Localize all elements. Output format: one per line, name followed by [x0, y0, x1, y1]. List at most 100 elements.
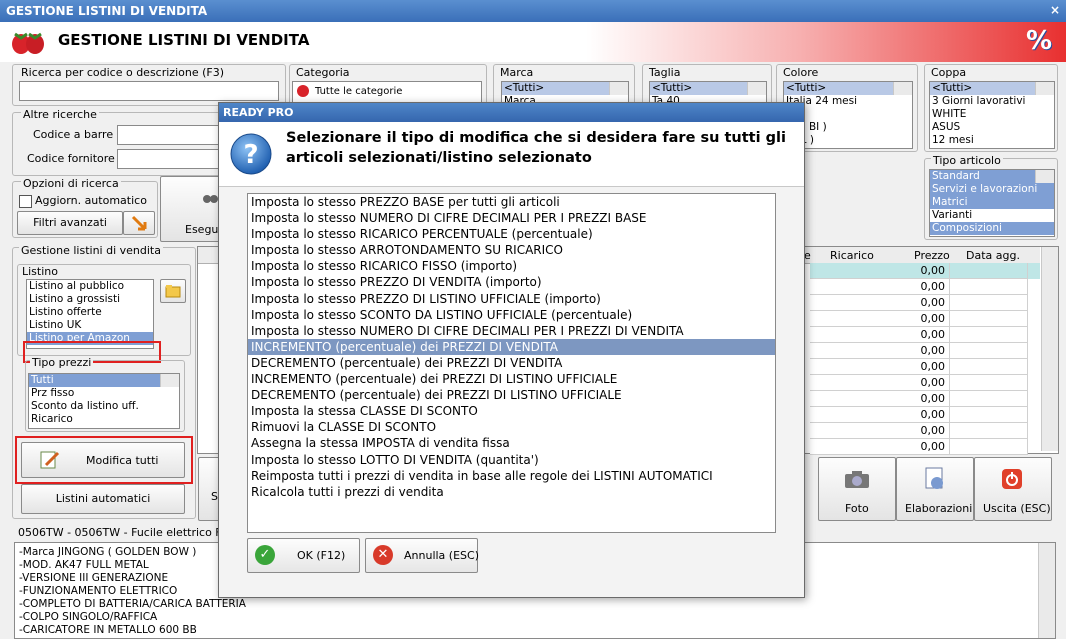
option-item[interactable]: Imposta lo stesso PREZZO DI LISTINO UFFI… [248, 291, 775, 307]
price-cell[interactable]: 0,00 [810, 407, 950, 423]
category-select[interactable]: Tutte le categorie [292, 81, 482, 103]
ok-button-label: OK (F12) [297, 549, 346, 562]
price-cell[interactable]: 0,00 [810, 391, 950, 407]
list-item[interactable]: WHITE [930, 108, 1054, 121]
list-item[interactable]: Composizioni [930, 222, 1054, 235]
scrollbar[interactable] [609, 82, 628, 95]
price-cell[interactable]: 0,00 [810, 439, 950, 455]
photo-label: Foto [845, 502, 869, 515]
option-item-selected[interactable]: INCREMENTO (percentuale) dei PREZZI DI V… [248, 338, 775, 355]
listino-list[interactable]: Listino al pubblico Listino a grossisti … [26, 279, 154, 349]
description-scrollbar[interactable] [1038, 543, 1055, 638]
scrollbar[interactable] [1035, 170, 1054, 183]
header-banner: GESTIONE LISTINI DI VENDITA % [0, 22, 1066, 62]
search-options-title: Opzioni di ricerca [21, 177, 121, 190]
option-item[interactable]: Imposta lo stesso NUMERO DI CIFRE DECIMA… [248, 210, 775, 226]
date-cell[interactable] [950, 327, 1028, 343]
date-cell[interactable] [950, 391, 1028, 407]
date-cell[interactable] [950, 263, 1028, 279]
scrollbar[interactable] [747, 82, 766, 95]
processing-button[interactable]: Elaborazioni [896, 457, 974, 521]
modify-options-list[interactable]: Imposta lo stesso PREZZO BASE per tutti … [247, 193, 776, 533]
modify-type-dialog: READY PRO ? Selezionare il tipo di modif… [218, 102, 805, 598]
article-type-list[interactable]: Standard Servizi e lavorazioni Matrici V… [929, 169, 1055, 237]
list-item[interactable]: 3 Giorni lavorativi [930, 95, 1054, 108]
list-item[interactable]: 12 mesi [930, 134, 1054, 147]
option-item[interactable]: Reimposta tutti i prezzi di vendita in b… [248, 468, 775, 484]
cancel-button[interactable]: ✕ Annulla (ESC) [365, 538, 479, 573]
price-cell[interactable]: 0,00 [810, 359, 950, 375]
list-item[interactable]: Matrici [930, 196, 1054, 209]
option-item[interactable]: Imposta lo stesso RICARICO PERCENTUALE (… [248, 226, 775, 242]
filter-arrow-button[interactable] [123, 211, 155, 235]
list-item[interactable]: Varianti [930, 209, 1054, 222]
cup-title: Coppa [931, 66, 967, 79]
option-item[interactable]: Imposta la stessa CLASSE DI SCONTO [248, 403, 775, 419]
list-item[interactable]: ASUS [930, 121, 1054, 134]
grid-scrollbar[interactable] [1041, 247, 1058, 451]
option-item[interactable]: DECREMENTO (percentuale) dei PREZZI DI V… [248, 355, 775, 371]
folder-button[interactable] [160, 279, 186, 303]
grid-header-cell: Ricarico [830, 249, 874, 262]
price-type-group: Tipo prezzi Tutti Prz fisso Sconto da li… [25, 356, 185, 432]
price-cell[interactable]: 0,00 [810, 311, 950, 327]
auto-update-checkbox[interactable] [19, 195, 32, 208]
list-item[interactable]: Listino a grossisti [27, 293, 153, 306]
window-title: GESTIONE LISTINI DI VENDITA [6, 4, 208, 18]
price-cell[interactable]: 0,00 [810, 375, 950, 391]
list-item[interactable]: Servizi e lavorazioni [930, 183, 1054, 196]
exit-button[interactable]: Uscita (ESC) [974, 457, 1052, 521]
date-cell[interactable] [950, 295, 1028, 311]
strawberry-icon [12, 32, 44, 54]
price-cell[interactable]: 0,00 [810, 343, 950, 359]
option-item[interactable]: Imposta lo stesso NUMERO DI CIFRE DECIMA… [248, 323, 775, 339]
scrollbar[interactable] [1035, 82, 1054, 95]
date-cell[interactable] [950, 375, 1028, 391]
option-item[interactable]: Assegna la stessa IMPOSTA di vendita fis… [248, 435, 775, 451]
option-item[interactable]: Ricalcola tutti i prezzi di vendita [248, 484, 775, 500]
auto-price-lists-button[interactable]: Listini automatici [21, 484, 185, 514]
date-cell[interactable] [950, 279, 1028, 295]
list-item[interactable]: Listino al pubblico [27, 280, 153, 293]
option-item[interactable]: Imposta lo stesso PREZZO DI VENDITA (imp… [248, 274, 775, 290]
scrollbar[interactable] [893, 82, 912, 95]
date-cell[interactable] [950, 343, 1028, 359]
barcode-label: Codice a barre : [33, 128, 121, 141]
price-cell[interactable]: 0,00 [810, 263, 950, 279]
execute-button[interactable]: Esegui [160, 176, 222, 242]
option-item[interactable]: Imposta lo stesso LOTTO DI VENDITA (quan… [248, 452, 775, 468]
modify-all-button[interactable]: Modifica tutti [21, 442, 185, 478]
photo-button[interactable]: Foto [818, 457, 896, 521]
option-item[interactable]: DECREMENTO (percentuale) dei PREZZI DI L… [248, 387, 775, 403]
list-item[interactable]: Prz fisso [29, 387, 179, 400]
option-item[interactable]: Imposta lo stesso RICARICO FISSO (import… [248, 258, 775, 274]
scrollbar[interactable] [160, 374, 179, 387]
price-cell[interactable]: 0,00 [810, 327, 950, 343]
option-item[interactable]: Imposta lo stesso ARROTONDAMENTO SU RICA… [248, 242, 775, 258]
option-item[interactable]: Rimuovi la CLASSE DI SCONTO [248, 419, 775, 435]
close-icon[interactable]: × [1050, 3, 1060, 17]
option-item[interactable]: Imposta lo stesso SCONTO DA LISTINO UFFI… [248, 307, 775, 323]
list-item[interactable]: Sconto da listino uff. [29, 400, 179, 413]
option-item[interactable]: INCREMENTO (percentuale) dei PREZZI DI L… [248, 371, 775, 387]
price-type-list[interactable]: Tutti Prz fisso Sconto da listino uff. R… [28, 373, 180, 429]
ok-button[interactable]: ✓ OK (F12) [247, 538, 360, 573]
price-cell[interactable]: 0,00 [810, 279, 950, 295]
price-cell[interactable]: 0,00 [810, 423, 950, 439]
brand-title: Marca [500, 66, 534, 79]
list-item[interactable]: Listino UK [27, 319, 153, 332]
option-item[interactable]: Imposta lo stesso PREZZO BASE per tutti … [248, 194, 775, 210]
list-item[interactable]: Ricarico [29, 413, 179, 426]
date-cell[interactable] [950, 311, 1028, 327]
advanced-filters-button[interactable]: Filtri avanzati [17, 211, 123, 235]
list-item[interactable]: Tutti [29, 374, 179, 387]
grid-header-cell: Data agg. [966, 249, 1020, 262]
cup-list[interactable]: <Tutti> 3 Giorni lavorativi WHITE ASUS 1… [929, 81, 1055, 149]
search-input[interactable] [19, 81, 279, 101]
date-cell[interactable] [950, 407, 1028, 423]
list-item[interactable]: Listino offerte [27, 306, 153, 319]
date-cell[interactable] [950, 423, 1028, 439]
date-cell[interactable] [950, 439, 1028, 455]
price-cell[interactable]: 0,00 [810, 295, 950, 311]
date-cell[interactable] [950, 359, 1028, 375]
